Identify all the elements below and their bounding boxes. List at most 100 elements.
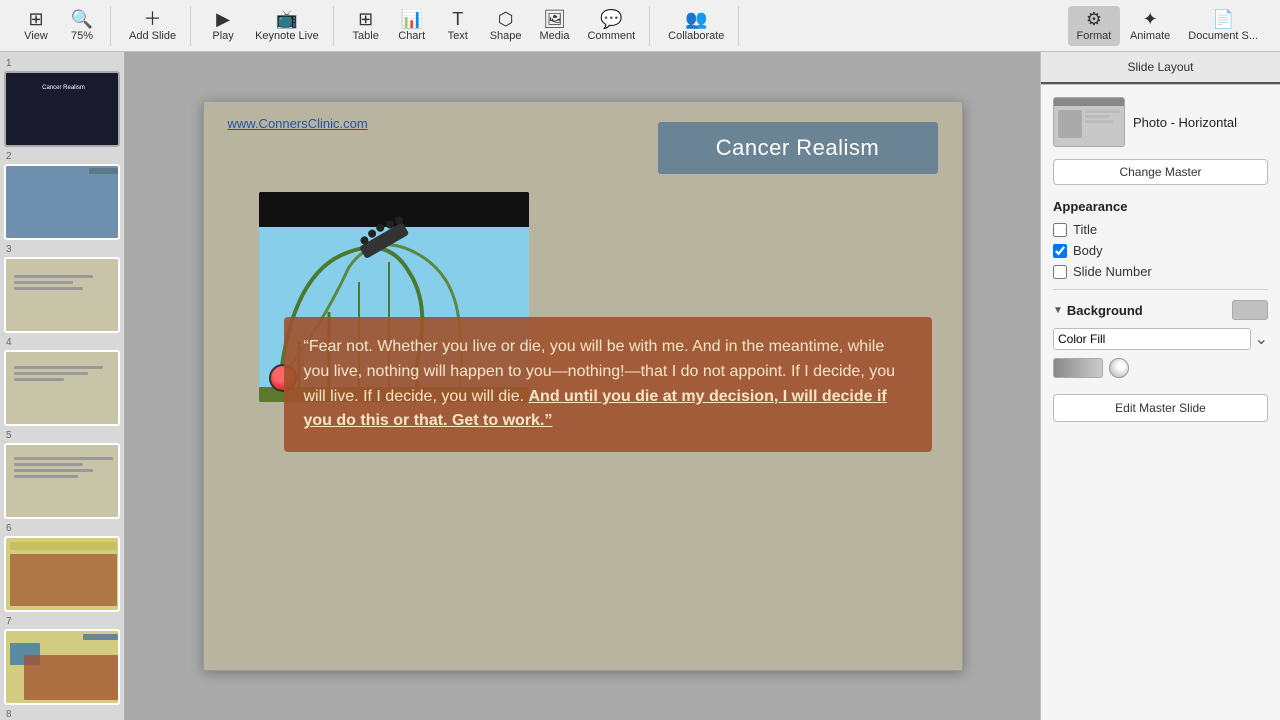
appearance-title: Appearance (1053, 199, 1268, 214)
zoom-label: 75% (71, 30, 93, 42)
text-button[interactable]: T Text (436, 6, 480, 46)
chart-label: Chart (398, 30, 425, 42)
slide-thumb-8[interactable]: 8 (4, 709, 120, 720)
comment-label: Comment (587, 30, 635, 42)
chart-button[interactable]: 📊 Chart (390, 6, 434, 46)
table-icon: ⊞ (358, 10, 373, 28)
slide-thumb-6[interactable]: 6 (4, 523, 120, 612)
keynote-live-icon: 📺 (276, 10, 298, 28)
color-fill-select[interactable]: Color Fill (1053, 328, 1251, 350)
collaborate-button[interactable]: 👥 Collaborate (660, 6, 732, 46)
comment-button[interactable]: 💬 Comment (579, 6, 643, 46)
shape-button[interactable]: ⬡ Shape (482, 6, 530, 46)
zoom-icon: 🔍 (71, 10, 93, 28)
table-button[interactable]: ⊞ Table (344, 6, 388, 46)
media-icon: 🖼 (543, 10, 566, 28)
right-tools: ⚙ Format ✦ Animate 📄 Document S... (1062, 6, 1272, 46)
layout-thumb: Photo - Horizontal (1053, 97, 1268, 147)
color-fill-row: Color Fill ⌄ (1053, 328, 1268, 350)
body-checkbox-label: Body (1073, 243, 1103, 258)
slide-thumb-3[interactable]: 3 (4, 244, 120, 333)
layout-thumb-image (1053, 97, 1125, 147)
collapse-arrow-icon[interactable]: ▼ (1053, 305, 1063, 316)
main-area: 1 Cancer Realism 2 3 (0, 52, 1280, 720)
view-button[interactable]: ⊞ View (14, 6, 58, 46)
collaborate-icon: 👥 (685, 10, 707, 28)
change-master-button[interactable]: Change Master (1053, 159, 1268, 185)
slide-thumb-5[interactable]: 5 (4, 430, 120, 519)
body-checkbox[interactable] (1053, 244, 1067, 258)
edit-master-slide-button[interactable]: Edit Master Slide (1053, 394, 1268, 422)
slide-canvas: www.ConnersClinic.com Cancer Realism (203, 101, 963, 671)
title-checkbox-row: Title (1053, 222, 1268, 237)
text-icon: T (452, 10, 463, 28)
format-button[interactable]: ⚙ Format (1068, 6, 1120, 46)
keynote-live-label: Keynote Live (255, 30, 319, 42)
collaborate-group: 👥 Collaborate (654, 6, 739, 46)
insert-group: ⊞ Table 📊 Chart T Text ⬡ Shape 🖼 Media 💬… (338, 6, 650, 46)
add-slide-button[interactable]: ＋ Add Slide (121, 6, 184, 46)
canvas-area[interactable]: www.ConnersClinic.com Cancer Realism (125, 52, 1040, 720)
animate-label: Animate (1130, 30, 1170, 42)
view-label: View (24, 30, 48, 42)
title-checkbox[interactable] (1053, 223, 1067, 237)
shape-label: Shape (490, 30, 522, 42)
play-group: ▶ Play 📺 Keynote Live (195, 6, 334, 46)
play-label: Play (212, 30, 233, 42)
slide-thumb-4[interactable]: 4 (4, 337, 120, 426)
slide-thumb-2[interactable]: 2 (4, 151, 120, 240)
comment-icon: 💬 (600, 10, 622, 28)
quote-box: “Fear not. Whether you live or die, you … (284, 317, 932, 452)
color-fill-chevron-icon[interactable]: ⌄ (1255, 329, 1268, 349)
gradient-swatch[interactable] (1053, 358, 1103, 378)
gradient-picker-button[interactable] (1109, 358, 1129, 378)
document-button[interactable]: 📄 Document S... (1180, 6, 1266, 46)
format-label: Format (1077, 30, 1112, 42)
body-checkbox-row: Body (1053, 243, 1268, 258)
media-button[interactable]: 🖼 Media (532, 6, 578, 46)
play-icon: ▶ (216, 10, 230, 28)
zoom-button[interactable]: 🔍 75% (60, 6, 104, 46)
slide-number-checkbox-row: Slide Number (1053, 264, 1268, 279)
collaborate-label: Collaborate (668, 30, 724, 42)
view-icon: ⊞ (28, 10, 43, 28)
document-icon: 📄 (1212, 10, 1234, 28)
slide-number-checkbox[interactable] (1053, 265, 1067, 279)
right-panel-content: Photo - Horizontal Change Master Appeara… (1041, 85, 1280, 434)
slide-title-box: Cancer Realism (658, 122, 938, 174)
add-slide-icon: ＋ (144, 10, 162, 28)
color-gradient-row (1053, 358, 1268, 378)
slide-thumb-1[interactable]: 1 Cancer Realism (4, 58, 120, 147)
media-label: Media (540, 30, 570, 42)
slide-url[interactable]: www.ConnersClinic.com (228, 116, 368, 131)
right-tabs: Slide Layout (1041, 52, 1280, 85)
layout-name: Photo - Horizontal (1133, 115, 1237, 130)
add-slide-label: Add Slide (129, 30, 176, 42)
play-button[interactable]: ▶ Play (201, 6, 245, 46)
table-label: Table (353, 30, 379, 42)
toolbar: ⊞ View 🔍 75% ＋ Add Slide ▶ Play 📺 Keynot… (0, 0, 1280, 52)
right-panel: Slide Layout Photo - Horizontal (1040, 52, 1280, 720)
text-label: Text (448, 30, 468, 42)
tab-slide-layout[interactable]: Slide Layout (1041, 52, 1280, 84)
quote-text: “Fear not. Whether you live or die, you … (304, 338, 896, 429)
slide-thumb-7[interactable]: 7 (4, 616, 120, 705)
slide-title: Cancer Realism (716, 135, 880, 161)
view-group: ⊞ View 🔍 75% (8, 6, 111, 46)
chart-icon: 📊 (400, 10, 422, 28)
format-icon: ⚙ (1086, 10, 1102, 28)
keynote-live-button[interactable]: 📺 Keynote Live (247, 6, 327, 46)
document-label: Document S... (1188, 30, 1258, 42)
background-label: ▼ Background (1053, 303, 1143, 318)
background-row: ▼ Background (1053, 300, 1268, 320)
background-color-swatch[interactable] (1232, 300, 1268, 320)
animate-icon: ✦ (1143, 10, 1158, 28)
animate-button[interactable]: ✦ Animate (1122, 6, 1178, 46)
slide-panel[interactable]: 1 Cancer Realism 2 3 (0, 52, 125, 720)
divider (1053, 289, 1268, 290)
slide-number-checkbox-label: Slide Number (1073, 264, 1152, 279)
background-text: Background (1067, 303, 1143, 318)
shape-icon: ⬡ (498, 10, 514, 28)
title-checkbox-label: Title (1073, 222, 1097, 237)
add-slide-group: ＋ Add Slide (115, 6, 191, 46)
